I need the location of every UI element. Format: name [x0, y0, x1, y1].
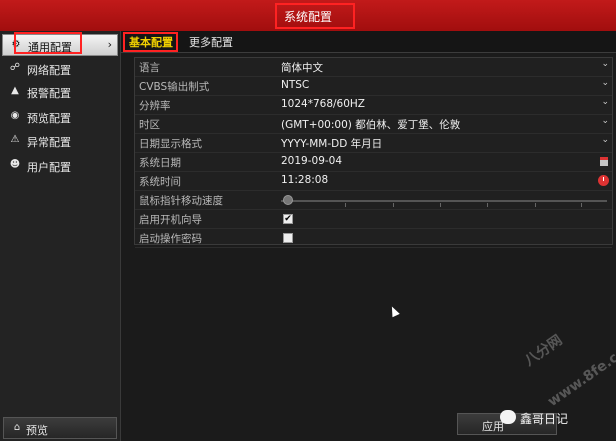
- wechat-icon: [500, 410, 516, 424]
- mouse-speed-row: 鼠标指针移动速度: [135, 191, 612, 210]
- date-format-label: 日期显示格式: [139, 138, 202, 150]
- resolution-label: 分辨率: [139, 100, 171, 112]
- warning-icon: ⚠: [10, 134, 20, 145]
- timezone-select[interactable]: (GMT+00:00) 都伯林、爱丁堡、伦敦: [281, 117, 460, 132]
- language-row: 语言 简体中文 ⌄: [135, 58, 612, 77]
- sidebar-item-preview-config[interactable]: ◉ 预览配置: [2, 106, 118, 128]
- preview-button[interactable]: ⌂ 预览: [3, 417, 117, 439]
- settings-panel: 语言 简体中文 ⌄ CVBS输出制式 NTSC ⌄ 分辨率 1024*768/6…: [134, 57, 613, 248]
- slider-tick: [581, 203, 582, 207]
- startup-wizard-row: 启用开机向导 ✔: [135, 210, 612, 229]
- title-highlight-box: [275, 3, 355, 29]
- language-select[interactable]: 简体中文: [281, 60, 323, 75]
- cvbs-row: CVBS输出制式 NTSC ⌄: [135, 77, 612, 96]
- date-format-select[interactable]: YYYY-MM-DD 年月日: [281, 136, 382, 151]
- alarm-icon: ▲: [11, 85, 19, 96]
- resolution-row: 分辨率 1024*768/60HZ ⌄: [135, 96, 612, 115]
- tab-highlight-box: [123, 32, 178, 52]
- system-date-field[interactable]: 2019-09-04: [281, 155, 342, 167]
- clock-icon[interactable]: [598, 175, 609, 186]
- calendar-icon[interactable]: [600, 157, 608, 166]
- timezone-label: 时区: [139, 119, 160, 131]
- slider-tick: [393, 203, 394, 207]
- timezone-row: 时区 (GMT+00:00) 都伯林、爱丁堡、伦敦 ⌄: [135, 115, 612, 134]
- slider-tick: [535, 203, 536, 207]
- startup-wizard-label: 启用开机向导: [139, 214, 202, 226]
- cvbs-select[interactable]: NTSC: [281, 79, 309, 91]
- sidebar-item-exception[interactable]: ⚠ 异常配置: [2, 130, 118, 152]
- chevron-down-icon[interactable]: ⌄: [601, 78, 609, 88]
- watermark-text: 鑫哥日记: [520, 412, 569, 426]
- network-icon: ☍: [9, 62, 21, 73]
- sidebar-item-label: 报警配置: [27, 87, 71, 100]
- cvbs-label: CVBS输出制式: [139, 81, 210, 93]
- chevron-down-icon[interactable]: ⌄: [601, 135, 609, 145]
- chevron-down-icon[interactable]: ⌄: [601, 59, 609, 69]
- sidebar-item-label: 预览配置: [27, 112, 71, 125]
- users-icon: ☻: [9, 159, 21, 170]
- enable-password-checkbox[interactable]: [283, 233, 293, 243]
- slider-tick: [440, 203, 441, 207]
- home-icon: ⌂: [13, 422, 21, 433]
- chevron-down-icon[interactable]: ⌄: [601, 97, 609, 107]
- sidebar-item-label: 用户配置: [27, 161, 71, 174]
- mouse-speed-slider-track[interactable]: [281, 200, 607, 202]
- sidebar-item-users[interactable]: ☻ 用户配置: [2, 155, 118, 177]
- tab-bar: 基本配置 更多配置: [121, 31, 616, 53]
- system-date-label: 系统日期: [139, 157, 181, 169]
- slider-tick: [487, 203, 488, 207]
- mouse-speed-slider-thumb[interactable]: [283, 195, 293, 205]
- chevron-right-icon: ›: [107, 38, 112, 51]
- sidebar-highlight-box: [14, 32, 82, 54]
- sidebar: ⚙ 通用配置 › ☍ 网络配置 ▲ 报警配置 ◉ 预览配置 ⚠ 异常配置 ☻ 用…: [0, 31, 121, 441]
- language-label: 语言: [139, 62, 160, 74]
- resolution-select[interactable]: 1024*768/60HZ: [281, 98, 365, 110]
- sidebar-item-label: 异常配置: [27, 136, 71, 149]
- tab-more-config[interactable]: 更多配置: [189, 34, 233, 50]
- startup-wizard-checkbox[interactable]: ✔: [283, 214, 293, 224]
- eye-icon: ◉: [10, 110, 20, 121]
- mouse-speed-label: 鼠标指针移动速度: [139, 195, 223, 207]
- system-date-row: 系统日期 2019-09-04: [135, 153, 612, 172]
- system-time-row: 系统时间 11:28:08: [135, 172, 612, 191]
- slider-tick: [345, 203, 346, 207]
- chevron-down-icon[interactable]: ⌄: [601, 116, 609, 126]
- system-time-label: 系统时间: [139, 176, 181, 188]
- date-format-row: 日期显示格式 YYYY-MM-DD 年月日 ⌄: [135, 134, 612, 153]
- system-time-field[interactable]: 11:28:08: [281, 174, 328, 186]
- sidebar-item-label: 网络配置: [27, 64, 71, 77]
- enable-password-row: 启动操作密码: [135, 229, 612, 248]
- preview-button-label: 预览: [26, 424, 48, 437]
- sidebar-item-network[interactable]: ☍ 网络配置: [2, 58, 118, 80]
- sidebar-item-alarm[interactable]: ▲ 报警配置: [2, 81, 118, 103]
- enable-password-label: 启动操作密码: [139, 233, 202, 245]
